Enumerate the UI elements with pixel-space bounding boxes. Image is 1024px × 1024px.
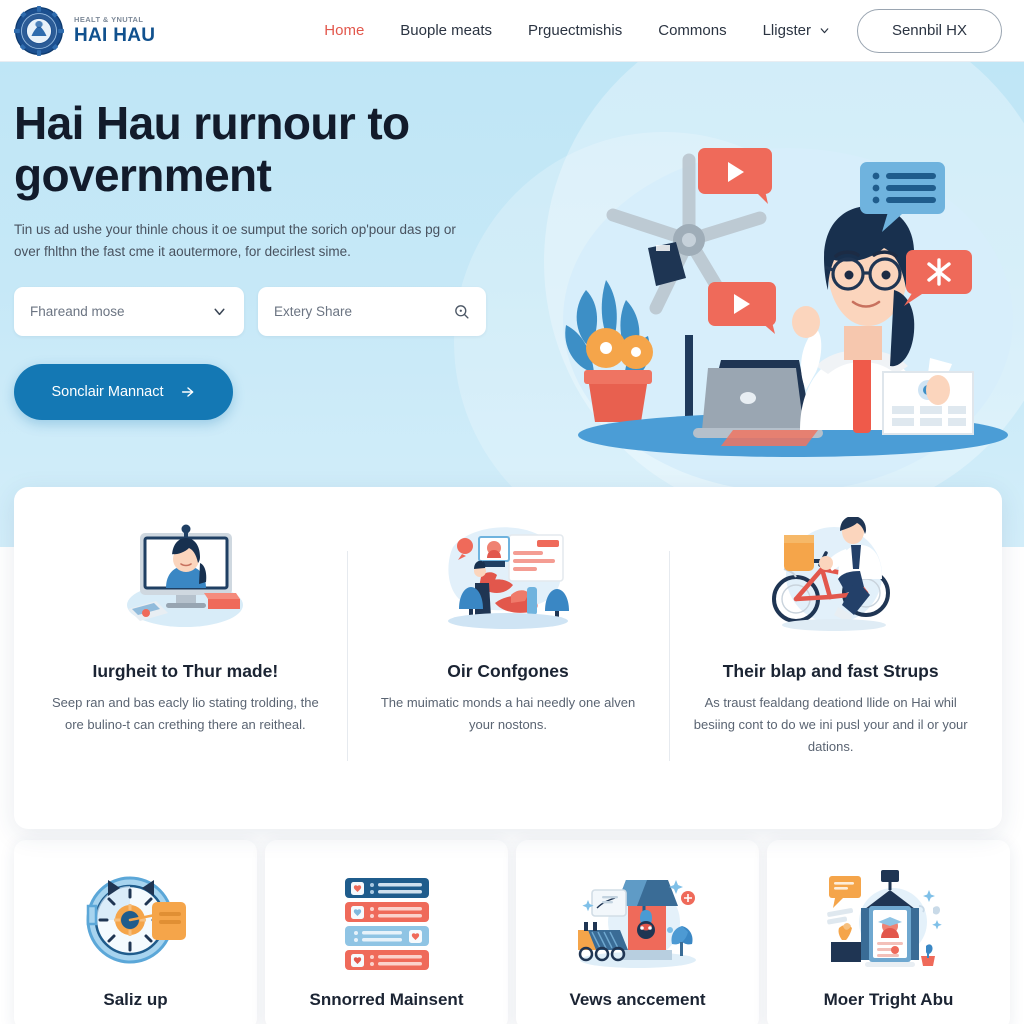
hero-illustration [563, 148, 1013, 492]
arrow-right-icon [181, 387, 193, 397]
hero-section: Hai Hau rurnour to government Tin us ad … [0, 62, 1024, 547]
bottom-cards-row: Saliz up Snnorred Mainsent Vews anccemen… [14, 840, 1010, 1024]
nav-item-commons-label: Commons [658, 22, 727, 39]
bottom-card-3-label: Vews anccement [569, 990, 706, 1009]
hero-primary-button[interactable]: Sonclair Mannact [14, 363, 233, 420]
nav-cta-label: Sennbil HX [891, 22, 967, 39]
search-input[interactable] [274, 303, 444, 319]
bottom-card-1-label: Saliz up [103, 990, 168, 1009]
hero-subtitle: Tin us ad ushe your thinle chous it oe s… [14, 222, 456, 259]
feature-item-3-title: Their blap and fast Strups [722, 661, 939, 681]
bottom-card-3[interactable]: Vews anccement [516, 840, 759, 1024]
brand-logo[interactable]: HEALT & YNUTAL HAI HAU [14, 5, 155, 56]
feature-item-2[interactable]: Oir Confgones The muimatic monds a hai n… [346, 517, 670, 809]
chevron-down-icon [214, 308, 225, 315]
feature-item-1[interactable]: Iurgheit to Thur made! Seep ran and bas … [24, 517, 347, 809]
nav-item-home-label: Home [324, 22, 365, 39]
feature-item-1-title: Iurgheit to Thur made! [92, 661, 279, 681]
government-seal-icon [14, 5, 64, 56]
nav-item-buople-meats-label: Buople meats [400, 22, 493, 39]
chevron-down-icon [820, 28, 829, 34]
nav-item-prguectmishis[interactable]: Prguectmishis [528, 22, 622, 39]
brand-tagline: HEALT & YNUTAL [74, 15, 144, 25]
video-call-on-monitor-illustration [127, 524, 244, 627]
nav-links: Home Buople meats Prguectmishis Commons … [324, 22, 831, 39]
nav-item-home[interactable]: Home [324, 22, 364, 39]
delivery-cyclist-illustration [771, 517, 890, 631]
nav-item-lligster[interactable]: Lligster [763, 22, 831, 39]
feature-item-2-title: Oir Confgones [447, 661, 569, 681]
bottom-card-2[interactable]: Snnorred Mainsent [265, 840, 508, 1024]
person-presenting-documents-illustration [448, 527, 569, 629]
nav-item-prguectmishis-label: Prguectmishis [528, 22, 623, 39]
bottom-card-2-label: Snnorred Mainsent [309, 990, 464, 1009]
brand-name: HAI HAU [74, 24, 156, 46]
bottom-card-4-label: Moer Tright Abu [823, 990, 954, 1009]
stopwatch-timer-illustration [86, 876, 186, 964]
page-root: HEALT & YNUTAL HAI HAU Home Buople meats… [0, 0, 1024, 1024]
search-icon[interactable] [453, 303, 470, 320]
feature-item-3[interactable]: Their blap and fast Strups As traust fea… [669, 517, 992, 809]
feature-item-1-desc: Seep ran and bas eacly lio stating trold… [52, 695, 319, 732]
category-select-value: Fhareand mose [30, 303, 125, 319]
category-select[interactable]: Fhareand mose [14, 286, 244, 336]
nav-cta-button[interactable]: Sennbil HX [856, 8, 1002, 53]
nav-item-buople-meats[interactable]: Buople meats [400, 22, 492, 39]
hero-primary-button-label: Sonclair Mannact [51, 383, 164, 400]
feature-item-3-desc: As traust fealdang deationd llide on Hai… [693, 695, 968, 754]
nav-item-commons[interactable]: Commons [658, 22, 726, 39]
monitor-profile-illustration [826, 870, 942, 967]
bottom-card-4[interactable]: Moer Tright Abu [767, 840, 1010, 1024]
brand-text: HEALT & YNUTAL HAI HAU [74, 16, 155, 45]
industry-factory-illustration [577, 880, 696, 968]
bottom-card-1[interactable]: Saliz up [14, 840, 257, 1024]
nav-item-lligster-label: Lligster [762, 22, 811, 39]
top-navigation-bar: HEALT & YNUTAL HAI HAU Home Buople meats… [0, 0, 1024, 62]
features-card: Iurgheit to Thur made! Seep ran and bas … [14, 487, 1002, 829]
hero-title: Hai Hau rurnour to government [14, 97, 410, 201]
search-box[interactable] [258, 286, 486, 336]
stacked-list-cards-illustration [344, 878, 429, 970]
feature-item-2-desc: The muimatic monds a hai needly one alve… [380, 695, 636, 732]
